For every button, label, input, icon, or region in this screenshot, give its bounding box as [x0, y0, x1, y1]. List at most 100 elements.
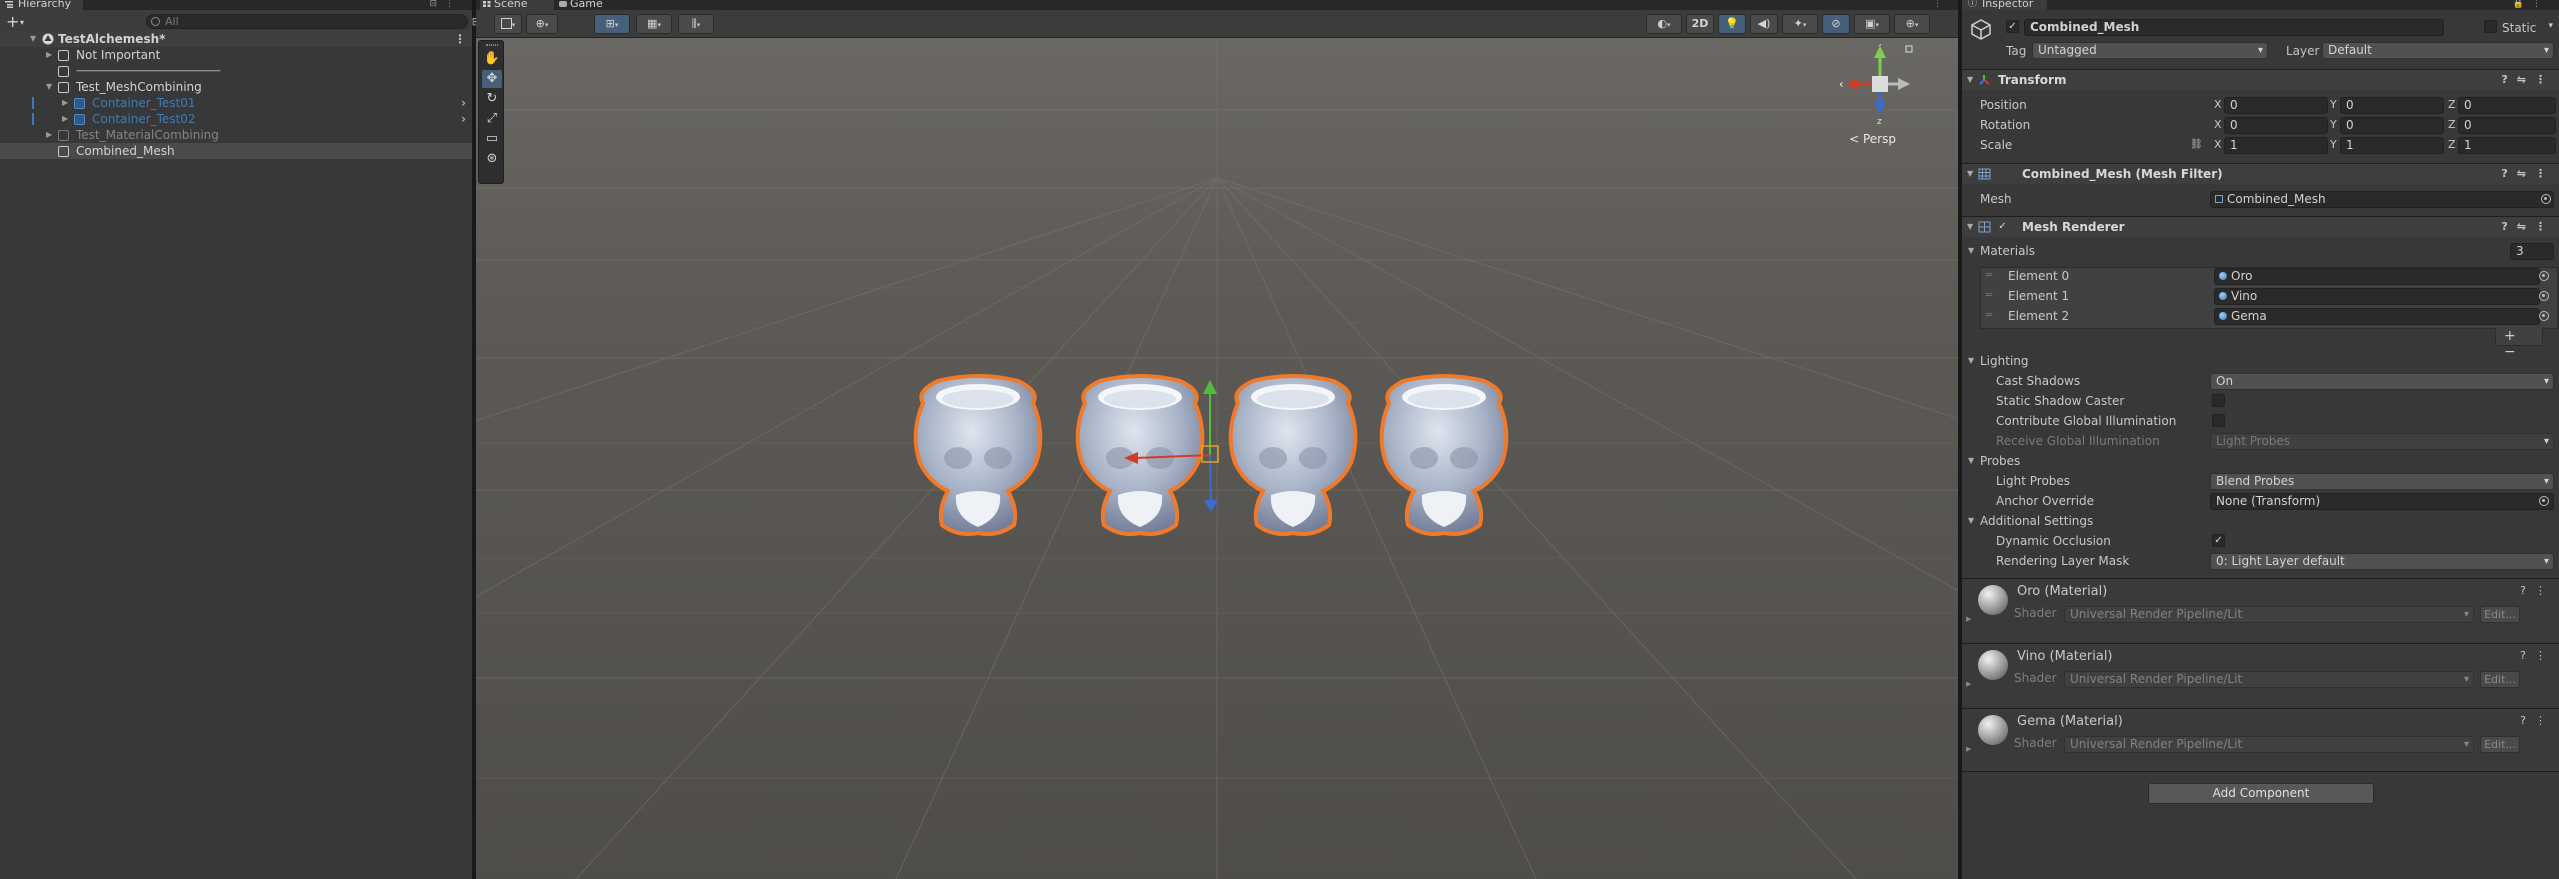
gizmos-button[interactable]: ⊕▾ [1894, 14, 1930, 34]
hierarchy-item-not-important[interactable]: ▶ Not Important [0, 47, 472, 63]
component-actions-icons[interactable]: ?⇋⋮ [2501, 217, 2555, 237]
element-0-field[interactable]: Oro [2214, 268, 2540, 285]
foldout-arrow-icon[interactable]: ▶ [1966, 745, 1971, 753]
scene-tab-menu-icon[interactable]: ⋮ [1933, 0, 1950, 9]
additional-settings-section[interactable]: ▼ Additional Settings [1962, 511, 2559, 531]
hierarchy-item-combined-mesh[interactable]: Combined_Mesh [0, 143, 472, 159]
material-actions-icons[interactable]: ?⋮ [2520, 584, 2555, 597]
expand-arrow-icon[interactable]: ▼ [46, 79, 52, 95]
cast-shadows-dropdown[interactable]: On [2210, 373, 2554, 390]
mesh-object-3[interactable] [1228, 374, 1358, 536]
scene-objects[interactable] [476, 0, 1958, 879]
static-dropdown-icon[interactable]: ▾ [2548, 21, 2553, 31]
expand-arrow-icon[interactable]: ▶ [62, 95, 68, 111]
mesh-object-1[interactable] [913, 374, 1043, 536]
axis-z-label[interactable]: Z [2448, 115, 2456, 135]
object-picker-icon[interactable] [2539, 291, 2549, 301]
hierarchy-search-input[interactable]: All ⊞ [146, 14, 481, 29]
expand-arrow-icon[interactable]: ▶ [46, 127, 52, 143]
hierarchy-item-container-test01[interactable]: ▶ Container_Test01 › [0, 95, 472, 111]
chevron-right-icon[interactable]: › [461, 111, 466, 127]
mesh-renderer-header[interactable]: ▼ ✓ Mesh Renderer ?⇋⋮ [1962, 216, 2559, 237]
contribute-gi-checkbox[interactable] [2212, 414, 2225, 427]
position-y-field[interactable]: 0 [2340, 97, 2444, 114]
hierarchy-item-test-materialcombining[interactable]: ▶ Test_MaterialCombining [0, 127, 472, 143]
hand-tool[interactable]: ✋ [482, 50, 502, 68]
element-1-field[interactable]: Vino [2214, 288, 2540, 305]
foldout-arrow-icon[interactable]: ▼ [1967, 70, 1973, 90]
expand-arrow-icon[interactable]: ▶ [62, 111, 68, 127]
chevron-right-icon[interactable]: › [461, 95, 466, 111]
hidden-objects-button[interactable]: ⊘ [1822, 14, 1850, 34]
drag-handle-icon[interactable] [486, 44, 498, 46]
toggle-2d-button[interactable]: 2D [1686, 14, 1714, 34]
material-gema[interactable]: ▶ Gema (Material) ?⋮ Shader Universal Re… [1962, 708, 2559, 771]
camera-settings-button[interactable]: ▣▾ [1854, 14, 1890, 34]
static-shadow-checkbox[interactable] [2212, 394, 2225, 407]
lighting-section[interactable]: ▼ Lighting [1962, 351, 2559, 371]
hierarchy-item-test-meshcombining[interactable]: ▼ Test_MeshCombining [0, 79, 472, 95]
axis-z-label[interactable]: Z [2448, 95, 2456, 115]
global-local-button[interactable]: ⊕▾ [526, 14, 558, 34]
axis-x-label[interactable]: X [2214, 115, 2222, 135]
axis-x-label[interactable]: X [2214, 135, 2222, 155]
move-tool[interactable]: ✥ [482, 70, 502, 88]
object-picker-icon[interactable] [2541, 194, 2551, 204]
material-actions-icons[interactable]: ?⋮ [2520, 649, 2555, 662]
orientation-gizmo[interactable]: y x z [1840, 44, 1920, 124]
active-checkbox[interactable]: ✓ [2006, 20, 2019, 33]
tab-hierarchy[interactable]: Hierarchy [0, 0, 84, 10]
mesh-object-field[interactable]: Combined_Mesh [2210, 191, 2554, 208]
grid-visibility-button[interactable]: ▦▾ [636, 14, 672, 34]
element-2-field[interactable]: Gema [2214, 308, 2540, 325]
material-element-row[interactable]: ═ Element 2 Gema [1962, 306, 2559, 326]
constrain-proportions-icon[interactable]: ⛓ [2190, 135, 2203, 155]
foldout-arrow-icon[interactable]: ▼ [1968, 451, 1974, 471]
tag-dropdown[interactable]: Untagged [2032, 42, 2268, 59]
grid-snap-button[interactable]: ⊞▾ [594, 14, 630, 34]
light-probes-dropdown[interactable]: Blend Probes [2210, 473, 2554, 490]
effects-button[interactable]: ✦▾ [1782, 14, 1818, 34]
materials-count-field[interactable]: 3 [2510, 243, 2554, 260]
scale-y-field[interactable]: 1 [2340, 137, 2444, 154]
object-picker-icon[interactable] [2539, 271, 2549, 281]
material-element-row[interactable]: ═ Element 1 Vino [1962, 286, 2559, 306]
axis-z-label[interactable]: Z [2448, 135, 2456, 155]
probes-section[interactable]: ▼ Probes [1962, 451, 2559, 471]
mesh-filter-header[interactable]: ▼ Combined_Mesh (Mesh Filter) ?⇋⋮ [1962, 163, 2559, 184]
shader-dropdown[interactable]: Universal Render Pipeline/Lit [2064, 606, 2474, 623]
component-actions-icons[interactable]: ?⇋⋮ [2501, 164, 2555, 184]
tab-game[interactable]: Game [556, 0, 630, 10]
foldout-arrow-icon[interactable]: ▼ [1967, 217, 1973, 237]
scale-tool[interactable]: ⤢ [482, 110, 502, 128]
scale-z-field[interactable]: 1 [2458, 137, 2556, 154]
perspective-toggle[interactable]: < Persp [1849, 132, 1896, 146]
shading-mode-button[interactable]: ◐▾ [1646, 14, 1682, 34]
increment-snap-button[interactable]: ⫼▾ [678, 14, 714, 34]
enabled-checkbox[interactable]: ✓ [1996, 220, 2009, 233]
edit-shader-button[interactable]: Edit... [2480, 606, 2520, 623]
expand-arrow-icon[interactable]: ▶ [46, 47, 52, 63]
shader-dropdown[interactable]: Universal Render Pipeline/Lit [2064, 671, 2474, 688]
position-z-field[interactable]: 0 [2458, 97, 2556, 114]
foldout-arrow-icon[interactable]: ▼ [1968, 241, 1974, 261]
object-picker-icon[interactable] [2539, 496, 2549, 506]
dynamic-occlusion-checkbox[interactable]: ✓ [2212, 534, 2225, 547]
material-vino[interactable]: ▶ Vino (Material) ?⋮ Shader Universal Re… [1962, 643, 2559, 706]
rotate-tool[interactable]: ↻ [482, 90, 502, 108]
draw-mode-button[interactable]: ▾ [494, 14, 522, 34]
rect-tool[interactable]: ▭ [482, 130, 502, 148]
axis-y-label[interactable]: Y [2330, 135, 2337, 155]
edit-shader-button[interactable]: Edit... [2480, 671, 2520, 688]
axis-y-label[interactable]: Y [2330, 95, 2337, 115]
component-actions-icons[interactable]: ?⇋⋮ [2501, 70, 2555, 90]
foldout-arrow-icon[interactable]: ▶ [1966, 615, 1971, 623]
create-button[interactable]: + ▾ [6, 14, 32, 30]
materials-row[interactable]: ▼ Materials 3 [1962, 241, 2559, 261]
lighting-toggle-button[interactable]: 💡 [1718, 14, 1746, 34]
tab-inspector[interactable]: ⓘ Inspector [1962, 0, 2048, 10]
audio-toggle-button[interactable]: ◀) [1750, 14, 1778, 34]
scene-row[interactable]: ▼ TestAlchemesh* ⋮ [0, 31, 472, 47]
mesh-object-4[interactable] [1379, 374, 1509, 536]
static-checkbox[interactable] [2484, 20, 2497, 33]
